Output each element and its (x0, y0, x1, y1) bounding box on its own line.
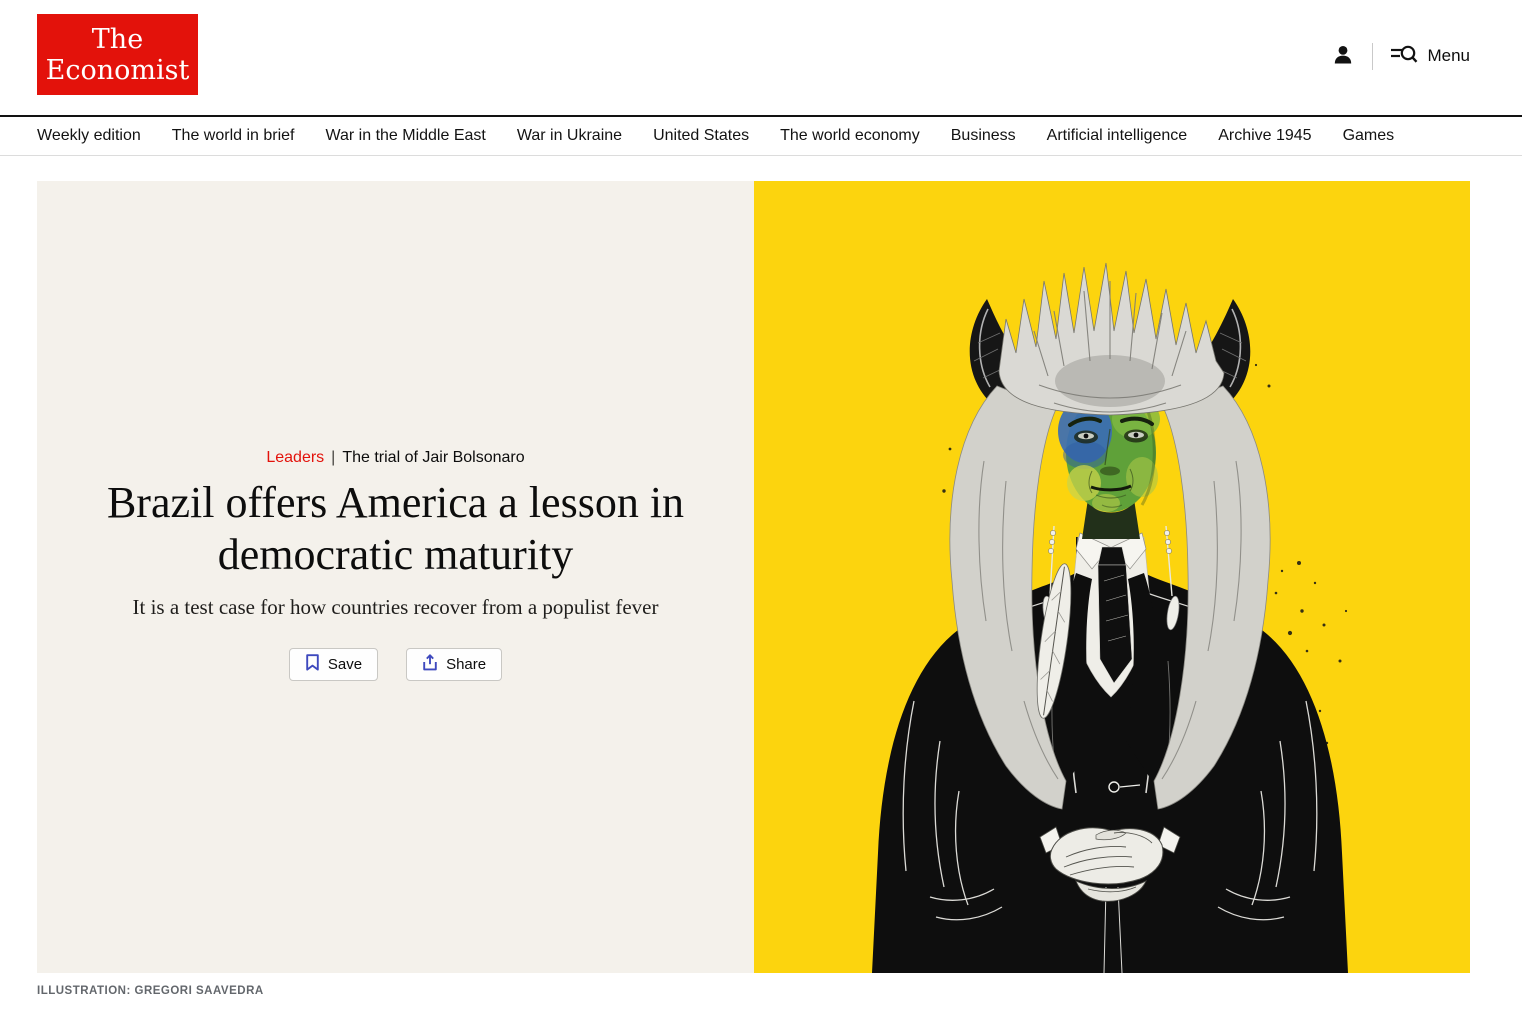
hero-article-panel: Leaders | The trial of Jair Bolsonaro Braz… (37, 181, 754, 973)
menu-label: Menu (1427, 46, 1470, 66)
article-actions: Save Share (37, 648, 754, 681)
illustration-credit: ILLUSTRATION: GREGORI SAAVEDRA (37, 985, 264, 997)
economist-logo[interactable]: The Economist (37, 14, 198, 95)
menu-button[interactable]: Menu (1390, 42, 1470, 71)
article-eyebrow: Leaders | The trial of Jair Bolsonaro (37, 449, 754, 467)
article-topic: The trial of Jair Bolsonaro (342, 449, 524, 466)
header-actions: Menu (1331, 38, 1470, 74)
section-link[interactable]: Leaders (266, 449, 324, 466)
share-icon (422, 654, 438, 675)
hero-section: Leaders | The trial of Jair Bolsonaro Braz… (37, 181, 1470, 973)
save-button[interactable]: Save (289, 648, 378, 681)
bookmark-icon (305, 654, 320, 675)
nav-item-business[interactable]: Business (951, 127, 1016, 145)
nav-item-war-middle-east[interactable]: War in the Middle East (325, 127, 485, 145)
share-button[interactable]: Share (406, 648, 502, 681)
article-subtitle: It is a test case for how countries reco… (37, 594, 754, 620)
logo-line1: The (92, 24, 143, 55)
nav-item-united-states[interactable]: United States (653, 127, 749, 145)
search-menu-icon (1390, 42, 1418, 71)
logo-line2: Economist (46, 55, 190, 86)
nav-item-archive-1945[interactable]: Archive 1945 (1218, 127, 1311, 145)
primary-navigation: Weekly edition The world in brief War in… (0, 115, 1522, 156)
share-label: Share (446, 656, 486, 673)
nav-item-weekly-edition[interactable]: Weekly edition (37, 127, 141, 145)
nav-item-world-economy[interactable]: The world economy (780, 127, 920, 145)
account-button[interactable] (1331, 43, 1355, 70)
eyebrow-separator: | (331, 449, 335, 466)
account-icon (1331, 43, 1355, 70)
article-headline[interactable]: Brazil offers America a lesson in democr… (91, 477, 701, 581)
bolsonaro-illustration (754, 181, 1470, 973)
nav-item-war-ukraine[interactable]: War in Ukraine (517, 127, 622, 145)
hero-illustration[interactable] (754, 181, 1470, 973)
nav-item-games[interactable]: Games (1343, 127, 1395, 145)
save-label: Save (328, 656, 362, 673)
header-divider (1372, 43, 1373, 70)
nav-item-artificial-intelligence[interactable]: Artificial intelligence (1047, 127, 1188, 145)
nav-item-world-in-brief[interactable]: The world in brief (172, 127, 295, 145)
